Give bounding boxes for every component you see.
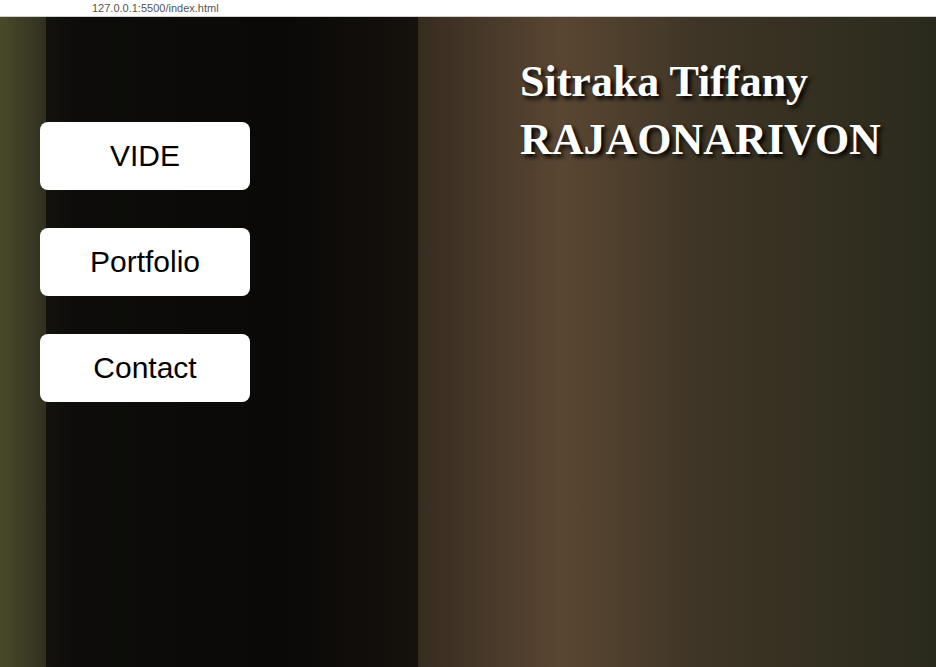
side-panel: VIDEPortfolioContact [46,17,418,667]
nav-button[interactable]: Portfolio [40,228,250,296]
page-title: Sitraka TiffanyRAJAONARIVON [520,53,936,169]
header-area: Sitraka TiffanyRAJAONARIVON [418,17,936,667]
hero-background: VIDEPortfolioContactSitraka TiffanyRAJAO… [0,17,936,667]
nav-button[interactable]: VIDE [40,122,250,190]
title-line: Sitraka Tiffany [520,53,936,111]
nav-button[interactable]: Contact [40,334,250,402]
title-line: RAJAONARIVON [520,111,936,169]
browser-address-bar[interactable]: 127.0.0.1:5500/index.html [0,0,936,17]
page: 127.0.0.1:5500/index.htmlVIDEPortfolioCo… [0,0,936,667]
address-text: 127.0.0.1:5500/index.html [92,2,219,15]
